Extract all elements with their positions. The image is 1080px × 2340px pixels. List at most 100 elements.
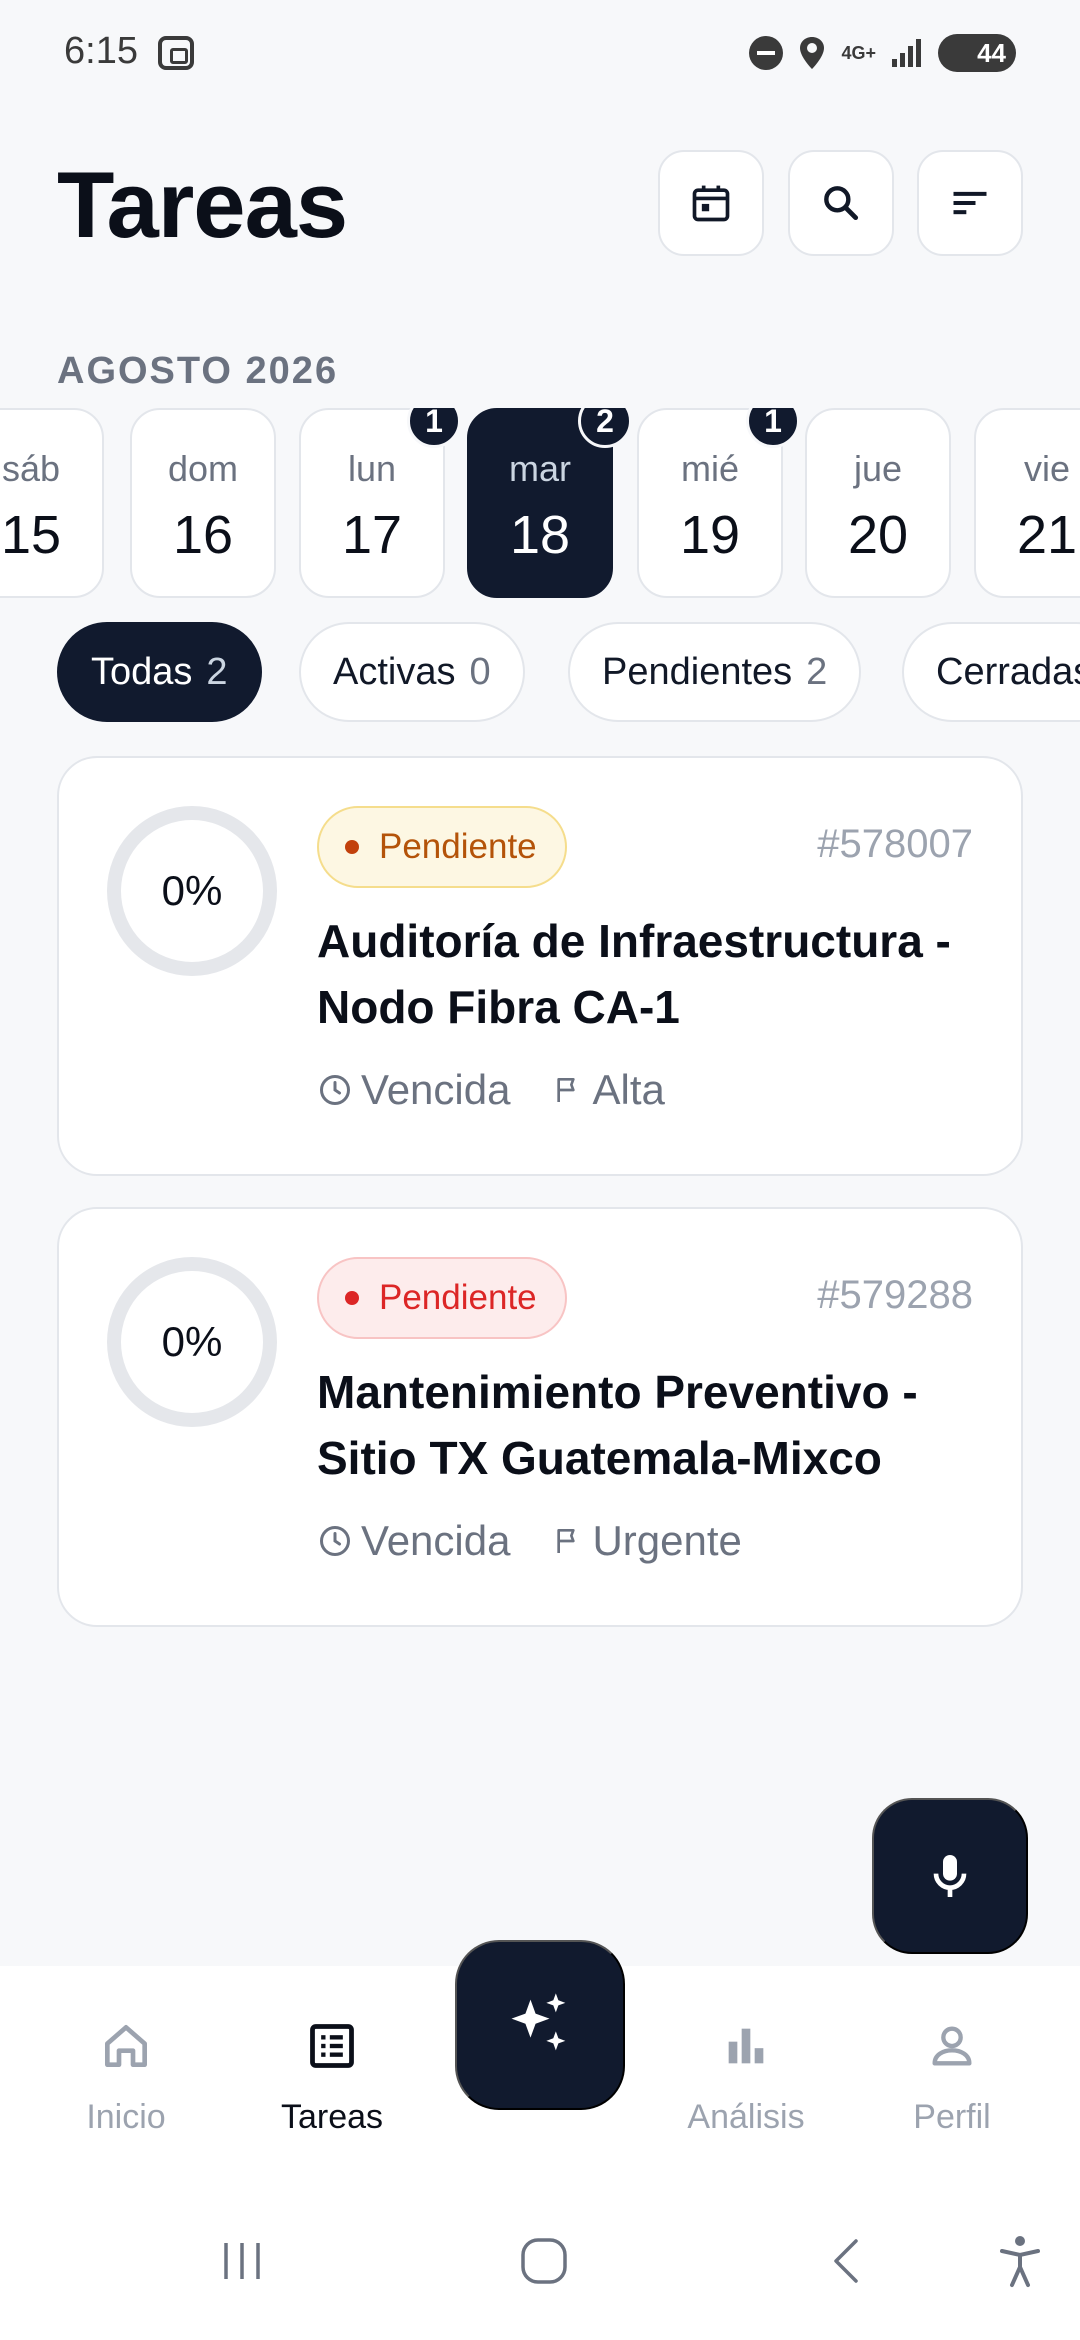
flag-icon bbox=[552, 1074, 584, 1106]
day-name: dom bbox=[167, 448, 239, 489]
day-number: 21 bbox=[1016, 505, 1078, 565]
location-icon bbox=[800, 37, 825, 69]
day-name: lun bbox=[347, 448, 397, 489]
battery-level: 44 bbox=[977, 37, 1006, 68]
home-button[interactable] bbox=[504, 2226, 584, 2296]
home-circle-icon bbox=[521, 2238, 567, 2284]
task-meta: Vencida Alta bbox=[317, 1066, 665, 1114]
day-cell[interactable]: dom 16 bbox=[130, 408, 276, 598]
calendar-button[interactable] bbox=[658, 150, 764, 256]
nav-label: Análisis bbox=[687, 2098, 805, 2136]
ai-assistant-button[interactable] bbox=[455, 1940, 625, 2110]
accessibility-button[interactable] bbox=[980, 2226, 1060, 2296]
status-icons: 4G+ 44 bbox=[749, 34, 1016, 72]
status-dot-icon bbox=[345, 1291, 359, 1305]
search-button[interactable] bbox=[788, 150, 894, 256]
due-label: Vencida bbox=[361, 1517, 511, 1564]
day-name: jue bbox=[853, 448, 903, 489]
status-badge: Pendiente bbox=[317, 806, 567, 888]
day-number: 17 bbox=[341, 505, 403, 565]
voice-input-button[interactable] bbox=[872, 1798, 1028, 1954]
month-label: AGOSTO 2026 bbox=[57, 350, 339, 392]
chip-label: Todas bbox=[91, 650, 193, 693]
day-cell[interactable]: jue 20 bbox=[805, 408, 951, 598]
filter-chips: Todas 2 Activas 0 Pendientes 2 Cerradas bbox=[0, 622, 1080, 722]
network-type: 4G+ bbox=[841, 43, 876, 63]
chip-count: 2 bbox=[206, 650, 228, 693]
do-not-disturb-icon bbox=[749, 36, 784, 70]
tasks-icon bbox=[302, 2016, 362, 2076]
day-strip[interactable]: sáb 15 dom 16 lun 17 mar 18 mié 19 jue 2… bbox=[0, 408, 1080, 600]
day-cell[interactable]: vie 21 bbox=[974, 408, 1080, 598]
recents-button[interactable] bbox=[202, 2226, 282, 2296]
sort-icon bbox=[953, 191, 987, 215]
nav-label: Inicio bbox=[86, 2098, 166, 2136]
progress-value: 0% bbox=[161, 1318, 223, 1365]
back-icon bbox=[834, 2239, 858, 2283]
nav-item-analisis[interactable]: Análisis bbox=[646, 1966, 846, 2184]
filter-chip-pendientes[interactable]: Pendientes 2 bbox=[568, 622, 862, 722]
task-card[interactable]: 0% Pendiente #578007 Auditoría de Infrae… bbox=[57, 756, 1023, 1176]
status-label: Pendiente bbox=[379, 827, 537, 866]
microphone-icon bbox=[933, 1855, 967, 1897]
task-title: Mantenimiento Preventivo - Sitio TX Guat… bbox=[317, 1366, 918, 1484]
day-number: 15 bbox=[0, 505, 62, 565]
flag-icon bbox=[552, 1525, 584, 1557]
filter-chip-activas[interactable]: Activas 0 bbox=[299, 622, 525, 722]
task-meta: Vencida Urgente bbox=[317, 1517, 742, 1565]
progress-ring: 0% bbox=[107, 806, 277, 976]
chip-label: Activas bbox=[333, 650, 456, 693]
nav-item-inicio[interactable]: Inicio bbox=[26, 1966, 226, 2184]
filter-chip-cerradas[interactable]: Cerradas bbox=[902, 622, 1080, 722]
page-title: Tareas bbox=[57, 152, 348, 257]
battery-indicator: 44 bbox=[938, 34, 1016, 72]
chart-icon bbox=[716, 2016, 776, 2076]
nav-item-tareas[interactable]: Tareas bbox=[232, 1966, 432, 2184]
system-nav-bar bbox=[0, 2184, 1080, 2340]
status-badge: Pendiente bbox=[317, 1257, 567, 1339]
filter-chip-todas[interactable]: Todas 2 bbox=[57, 622, 262, 722]
day-number: 19 bbox=[679, 505, 741, 565]
calendar-icon bbox=[692, 185, 730, 222]
clock-icon bbox=[317, 1072, 353, 1108]
priority-label: Alta bbox=[592, 1066, 665, 1113]
day-cell[interactable]: sáb 15 bbox=[0, 408, 104, 598]
chip-label: Pendientes bbox=[602, 650, 793, 693]
clock-icon bbox=[317, 1523, 353, 1559]
day-name: mar bbox=[509, 448, 571, 489]
day-number: 20 bbox=[847, 505, 909, 565]
home-icon bbox=[96, 2016, 156, 2076]
day-name: mié bbox=[680, 448, 739, 489]
day-number: 18 bbox=[509, 505, 571, 565]
screenshot-icon bbox=[158, 36, 194, 70]
back-button[interactable] bbox=[806, 2226, 886, 2296]
status-dot-icon bbox=[345, 840, 359, 854]
priority-label: Urgente bbox=[592, 1517, 742, 1564]
chip-count: 0 bbox=[469, 650, 491, 693]
sort-button[interactable] bbox=[917, 150, 1023, 256]
signal-icon bbox=[892, 39, 921, 67]
nav-item-perfil[interactable]: Perfil bbox=[852, 1966, 1052, 2184]
nav-label: Tareas bbox=[280, 2098, 384, 2136]
task-id: #578007 bbox=[817, 822, 973, 866]
task-id: #579288 bbox=[817, 1273, 973, 1317]
header: Tareas bbox=[57, 150, 1023, 260]
task-title: Auditoría de Infraestructura - Nodo Fibr… bbox=[317, 915, 951, 1033]
sparkles-icon bbox=[511, 1993, 566, 2051]
profile-icon bbox=[922, 2016, 982, 2076]
progress-ring: 0% bbox=[107, 1257, 277, 1427]
progress-value: 0% bbox=[161, 867, 223, 914]
day-name: vie bbox=[1023, 448, 1071, 489]
task-card[interactable]: 0% Pendiente #579288 Mantenimiento Preve… bbox=[57, 1207, 1023, 1627]
search-icon bbox=[824, 186, 859, 221]
accessibility-icon bbox=[1000, 2236, 1040, 2287]
day-name: sáb bbox=[1, 448, 61, 489]
chip-label: Cerradas bbox=[936, 650, 1080, 693]
status-label: Pendiente bbox=[379, 1278, 537, 1317]
day-number: 16 bbox=[172, 505, 234, 565]
nav-label: Perfil bbox=[913, 2098, 991, 2136]
status-bar: 6:15 4G+ 44 bbox=[0, 0, 1080, 110]
recents-icon bbox=[224, 2243, 260, 2279]
status-time: 6:15 bbox=[64, 30, 138, 72]
due-label: Vencida bbox=[361, 1066, 511, 1113]
